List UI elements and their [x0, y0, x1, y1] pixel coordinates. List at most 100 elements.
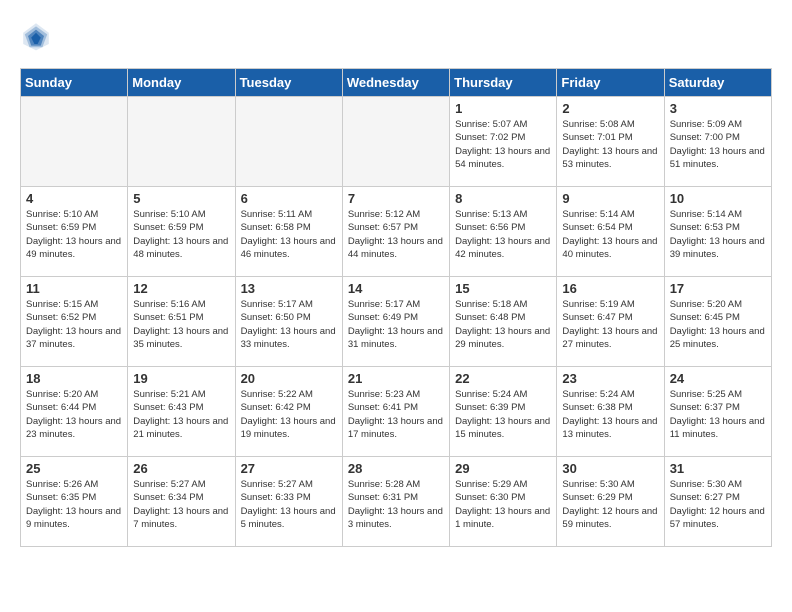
- cell-info: Sunrise: 5:14 AMSunset: 6:53 PMDaylight:…: [670, 208, 766, 261]
- calendar-cell: 16 Sunrise: 5:19 AMSunset: 6:47 PMDayligh…: [557, 277, 664, 367]
- calendar-week-1: 1 Sunrise: 5:07 AMSunset: 7:02 PMDaylight…: [21, 97, 772, 187]
- cell-info: Sunrise: 5:08 AMSunset: 7:01 PMDaylight:…: [562, 118, 658, 171]
- calendar-cell: 2Sunrise: 5:08 AMSunset: 7:01 PMDaylight…: [557, 97, 664, 187]
- calendar-cell: 5 Sunrise: 5:10 AMSunset: 6:59 PMDaylight…: [128, 187, 235, 277]
- calendar-cell: 8 Sunrise: 5:13 AMSunset: 6:56 PMDaylight…: [450, 187, 557, 277]
- cell-info: Sunrise: 5:18 AMSunset: 6:48 PMDaylight:…: [455, 298, 551, 351]
- day-number: 31: [670, 461, 766, 476]
- weekday-header-friday: Friday: [557, 69, 664, 97]
- cell-info: Sunrise: 5:10 AMSunset: 6:59 PMDaylight:…: [26, 208, 122, 261]
- calendar-cell: 14 Sunrise: 5:17 AMSunset: 6:49 PMDayligh…: [342, 277, 449, 367]
- day-number: 30: [562, 461, 658, 476]
- day-number: 9: [562, 191, 658, 206]
- calendar-cell: 3Sunrise: 5:09 AMSunset: 7:00 PMDaylight…: [664, 97, 771, 187]
- calendar-cell: 11 Sunrise: 5:15 AMSunset: 6:52 PMDayligh…: [21, 277, 128, 367]
- day-number: 18: [26, 371, 122, 386]
- cell-info: Sunrise: 5:21 AMSunset: 6:43 PMDaylight:…: [133, 388, 229, 441]
- cell-info: Sunrise: 5:30 AMSunset: 6:29 PMDaylight:…: [562, 478, 658, 531]
- cell-info: Sunrise: 5:30 AMSunset: 6:27 PMDaylight:…: [670, 478, 766, 531]
- weekday-header-row: SundayMondayTuesdayWednesdayThursdayFrid…: [21, 69, 772, 97]
- day-number: 5: [133, 191, 229, 206]
- calendar-cell: [235, 97, 342, 187]
- cell-info: Sunrise: 5:24 AMSunset: 6:38 PMDaylight:…: [562, 388, 658, 441]
- day-number: 20: [241, 371, 337, 386]
- calendar-cell: 23 Sunrise: 5:24 AMSunset: 6:38 PMDayligh…: [557, 367, 664, 457]
- day-number: 27: [241, 461, 337, 476]
- weekday-header-sunday: Sunday: [21, 69, 128, 97]
- cell-info: Sunrise: 5:07 AMSunset: 7:02 PMDaylight:…: [455, 118, 551, 171]
- calendar-table: SundayMondayTuesdayWednesdayThursdayFrid…: [20, 68, 772, 547]
- calendar-cell: 18 Sunrise: 5:20 AMSunset: 6:44 PMDayligh…: [21, 367, 128, 457]
- cell-info: Sunrise: 5:29 AMSunset: 6:30 PMDaylight:…: [455, 478, 551, 531]
- calendar-week-5: 25 Sunrise: 5:26 AMSunset: 6:35 PMDayligh…: [21, 457, 772, 547]
- cell-info: Sunrise: 5:26 AMSunset: 6:35 PMDaylight:…: [26, 478, 122, 531]
- cell-info: Sunrise: 5:14 AMSunset: 6:54 PMDaylight:…: [562, 208, 658, 261]
- cell-info: Sunrise: 5:17 AMSunset: 6:49 PMDaylight:…: [348, 298, 444, 351]
- weekday-header-monday: Monday: [128, 69, 235, 97]
- calendar-week-4: 18 Sunrise: 5:20 AMSunset: 6:44 PMDayligh…: [21, 367, 772, 457]
- calendar-cell: [128, 97, 235, 187]
- day-number: 26: [133, 461, 229, 476]
- calendar-cell: 31 Sunrise: 5:30 AMSunset: 6:27 PMDayligh…: [664, 457, 771, 547]
- calendar-cell: 9 Sunrise: 5:14 AMSunset: 6:54 PMDaylight…: [557, 187, 664, 277]
- day-number: 14: [348, 281, 444, 296]
- calendar-cell: 27 Sunrise: 5:27 AMSunset: 6:33 PMDayligh…: [235, 457, 342, 547]
- day-number: 1: [455, 101, 551, 116]
- calendar-cell: 10 Sunrise: 5:14 AMSunset: 6:53 PMDayligh…: [664, 187, 771, 277]
- cell-info: Sunrise: 5:19 AMSunset: 6:47 PMDaylight:…: [562, 298, 658, 351]
- cell-info: Sunrise: 5:13 AMSunset: 6:56 PMDaylight:…: [455, 208, 551, 261]
- cell-info: Sunrise: 5:20 AMSunset: 6:44 PMDaylight:…: [26, 388, 122, 441]
- cell-info: Sunrise: 5:11 AMSunset: 6:58 PMDaylight:…: [241, 208, 337, 261]
- day-number: 8: [455, 191, 551, 206]
- weekday-header-wednesday: Wednesday: [342, 69, 449, 97]
- calendar-cell: [21, 97, 128, 187]
- calendar-cell: 30 Sunrise: 5:30 AMSunset: 6:29 PMDayligh…: [557, 457, 664, 547]
- calendar-cell: 13Sunrise: 5:17 AMSunset: 6:50 PMDayligh…: [235, 277, 342, 367]
- calendar-week-2: 4 Sunrise: 5:10 AMSunset: 6:59 PMDaylight…: [21, 187, 772, 277]
- day-number: 10: [670, 191, 766, 206]
- calendar-cell: 1 Sunrise: 5:07 AMSunset: 7:02 PMDaylight…: [450, 97, 557, 187]
- calendar-cell: [342, 97, 449, 187]
- calendar-cell: 28 Sunrise: 5:28 AMSunset: 6:31 PMDayligh…: [342, 457, 449, 547]
- cell-info: Sunrise: 5:17 AMSunset: 6:50 PMDaylight:…: [241, 298, 337, 351]
- day-number: 24: [670, 371, 766, 386]
- day-number: 19: [133, 371, 229, 386]
- cell-info: Sunrise: 5:22 AMSunset: 6:42 PMDaylight:…: [241, 388, 337, 441]
- calendar-cell: 7Sunrise: 5:12 AMSunset: 6:57 PMDaylight…: [342, 187, 449, 277]
- cell-info: Sunrise: 5:15 AMSunset: 6:52 PMDaylight:…: [26, 298, 122, 351]
- weekday-header-thursday: Thursday: [450, 69, 557, 97]
- weekday-header-saturday: Saturday: [664, 69, 771, 97]
- cell-info: Sunrise: 5:23 AMSunset: 6:41 PMDaylight:…: [348, 388, 444, 441]
- day-number: 4: [26, 191, 122, 206]
- calendar-cell: 17Sunrise: 5:20 AMSunset: 6:45 PMDayligh…: [664, 277, 771, 367]
- calendar-cell: 20 Sunrise: 5:22 AMSunset: 6:42 PMDayligh…: [235, 367, 342, 457]
- cell-info: Sunrise: 5:28 AMSunset: 6:31 PMDaylight:…: [348, 478, 444, 531]
- day-number: 25: [26, 461, 122, 476]
- page-header: [20, 20, 772, 52]
- day-number: 12: [133, 281, 229, 296]
- calendar-cell: 15 Sunrise: 5:18 AMSunset: 6:48 PMDayligh…: [450, 277, 557, 367]
- calendar-cell: 19 Sunrise: 5:21 AMSunset: 6:43 PMDayligh…: [128, 367, 235, 457]
- calendar-cell: 12Sunrise: 5:16 AMSunset: 6:51 PMDayligh…: [128, 277, 235, 367]
- calendar-cell: 26 Sunrise: 5:27 AMSunset: 6:34 PMDayligh…: [128, 457, 235, 547]
- cell-info: Sunrise: 5:24 AMSunset: 6:39 PMDaylight:…: [455, 388, 551, 441]
- cell-info: Sunrise: 5:27 AMSunset: 6:33 PMDaylight:…: [241, 478, 337, 531]
- calendar-cell: 6 Sunrise: 5:11 AMSunset: 6:58 PMDaylight…: [235, 187, 342, 277]
- cell-info: Sunrise: 5:20 AMSunset: 6:45 PMDaylight:…: [670, 298, 766, 351]
- calendar-cell: 21 Sunrise: 5:23 AMSunset: 6:41 PMDayligh…: [342, 367, 449, 457]
- day-number: 22: [455, 371, 551, 386]
- day-number: 3: [670, 101, 766, 116]
- day-number: 15: [455, 281, 551, 296]
- day-number: 23: [562, 371, 658, 386]
- day-number: 21: [348, 371, 444, 386]
- cell-info: Sunrise: 5:10 AMSunset: 6:59 PMDaylight:…: [133, 208, 229, 261]
- calendar-cell: 25 Sunrise: 5:26 AMSunset: 6:35 PMDayligh…: [21, 457, 128, 547]
- cell-info: Sunrise: 5:27 AMSunset: 6:34 PMDaylight:…: [133, 478, 229, 531]
- day-number: 28: [348, 461, 444, 476]
- cell-info: Sunrise: 5:12 AMSunset: 6:57 PMDaylight:…: [348, 208, 444, 261]
- day-number: 6: [241, 191, 337, 206]
- day-number: 16: [562, 281, 658, 296]
- calendar-cell: 29Sunrise: 5:29 AMSunset: 6:30 PMDayligh…: [450, 457, 557, 547]
- day-number: 11: [26, 281, 122, 296]
- calendar-cell: 22 Sunrise: 5:24 AMSunset: 6:39 PMDayligh…: [450, 367, 557, 457]
